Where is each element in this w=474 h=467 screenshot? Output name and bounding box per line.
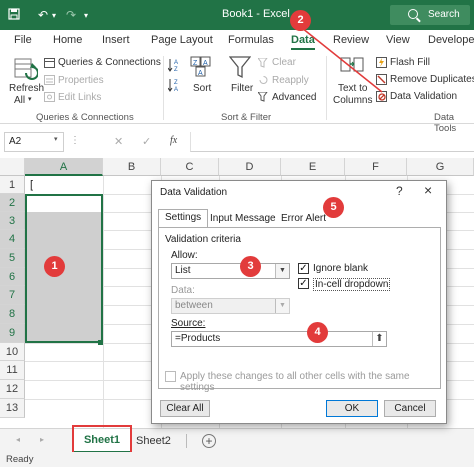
data-validation-dialog: Data Validation ? × Settings Input Messa… [151,180,447,424]
source-input[interactable]: =Products ⬆ [171,331,387,347]
select-all-corner[interactable] [0,158,25,176]
data-select[interactable]: between ▼ [171,298,290,314]
row-header-5[interactable]: 5 [0,249,25,268]
row-header-3[interactable]: 3 [0,212,25,230]
formula-bar-dots-icon: ⋮ [70,135,80,146]
tab-settings[interactable]: Settings [158,209,209,228]
row-header-13[interactable]: 13 [0,399,25,418]
add-sheet-button[interactable]: + [202,434,216,448]
insert-function-icon[interactable]: fx [170,135,177,146]
chevron-down-icon: ▼ [275,299,289,313]
apply-all-checkbox[interactable] [165,371,176,382]
grid-line [103,176,104,428]
cell-a1-cursor: [ [30,179,34,191]
row-header-2[interactable]: 2 [0,194,25,212]
scroll-left-icon[interactable]: ◂ [16,435,20,444]
allow-value: List [175,265,191,276]
row-header-1[interactable]: 1 [0,176,25,194]
data-label: Data: [171,285,195,296]
column-header-c[interactable]: C [161,158,219,176]
row-header-11[interactable]: 11 [0,361,25,380]
tab-input-message[interactable]: Input Message [204,211,282,228]
in-cell-dropdown-checkbox[interactable]: ✓ [298,278,309,289]
source-label: Source: [171,318,206,329]
criteria-label: Validation criteria [165,234,241,245]
ignore-blank-label: Ignore blank [313,263,369,274]
row-header-12[interactable]: 12 [0,380,25,399]
callout-badge-5: 5 [323,197,344,218]
row-header-10[interactable]: 10 [0,343,25,361]
row-header-4[interactable]: 4 [0,230,25,249]
formula-bar: A2 ▾ ⋮ ✕ ✓ fx [0,132,474,152]
sheet1-highlight-box [72,425,132,455]
row-header-9[interactable]: 9 [0,324,25,343]
callout-badge-2: 2 [290,10,311,31]
tab-divider [186,434,187,448]
scroll-right-icon[interactable]: ▸ [40,435,44,444]
callout-badge-1: 1 [44,256,65,277]
active-cell-a2[interactable] [27,196,101,212]
chevron-down-icon: ▼ [275,264,289,278]
column-header-a[interactable]: A [25,158,103,176]
help-button[interactable]: ? [396,184,403,198]
sheet-tab-sheet2[interactable]: Sheet2 [136,429,171,453]
row-header-6[interactable]: 6 [0,268,25,286]
name-box-dropdown-icon[interactable]: ▾ [54,135,58,143]
ignore-blank-checkbox[interactable]: ✓ [298,263,309,274]
source-value: =Products [175,333,221,344]
collapse-dialog-icon[interactable]: ⬆ [372,332,386,346]
row-header-7[interactable]: 7 [0,286,25,305]
cancel-entry-icon[interactable]: ✕ [114,135,123,148]
formula-input[interactable] [190,132,474,152]
in-cell-dropdown-label: In-cell dropdown [313,278,391,291]
fill-handle[interactable] [98,340,103,345]
column-header-b[interactable]: B [103,158,161,176]
confirm-entry-icon[interactable]: ✓ [142,135,151,148]
close-button[interactable]: × [424,182,432,198]
data-value: between [175,300,213,311]
column-header-e[interactable]: E [281,158,345,176]
callout-badge-3: 3 [240,256,261,277]
column-header-d[interactable]: D [219,158,281,176]
allow-label: Allow: [171,250,198,261]
row-header-8[interactable]: 8 [0,305,25,324]
settings-panel: Validation criteria Allow: List ▼ ✓ Igno… [158,227,441,393]
cancel-button[interactable]: Cancel [384,400,436,417]
column-header-g[interactable]: G [407,158,474,176]
status-bar: Ready [0,452,474,467]
column-header-f[interactable]: F [345,158,407,176]
allow-select[interactable]: List ▼ [171,263,290,279]
ok-button[interactable]: OK [326,400,378,417]
tab-error-alert[interactable]: Error Alert [275,211,332,228]
clear-all-button[interactable]: Clear All [160,400,210,417]
apply-all-label: Apply these changes to all other cells w… [180,371,410,393]
dialog-title: Data Validation [160,187,228,198]
callout-badge-4: 4 [307,322,328,343]
